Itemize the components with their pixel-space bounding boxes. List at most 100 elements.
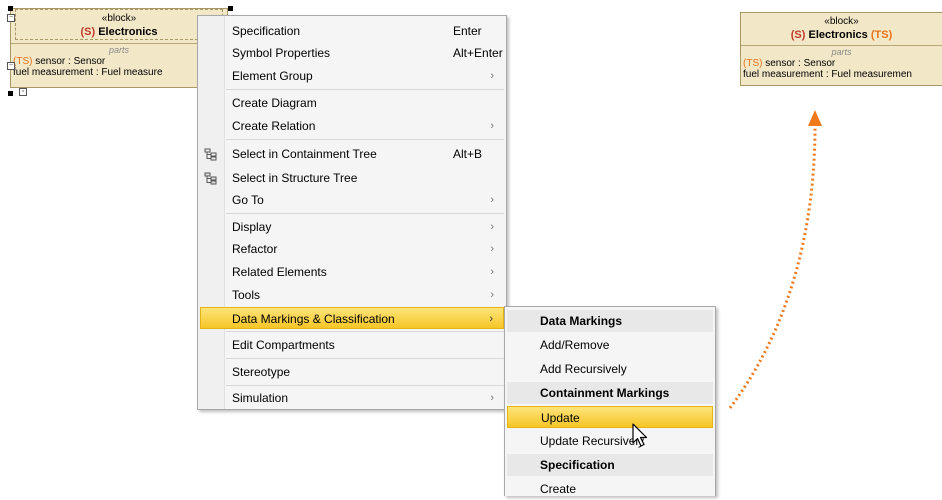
submenu-header-specification: Specification [507, 454, 713, 476]
menu-item-element-group[interactable]: Element Group › [226, 65, 504, 87]
part-row-fuel-measurement[interactable]: fuel measurement : Fuel measuremen [741, 69, 942, 80]
menu-item-label: Related Elements [232, 265, 327, 279]
block-stereotype: «block» [824, 16, 859, 27]
block-header: «block» (S) Electronics [15, 9, 223, 40]
submenu-arrow-icon: › [490, 194, 494, 206]
submenu-arrow-icon: › [490, 221, 494, 233]
menu-item-edit-compartments[interactable]: Edit Compartments [226, 334, 504, 356]
secret-marking: (S) [790, 29, 806, 41]
submenu-item-label: Add Recursively [540, 362, 627, 376]
containment-tree-icon [204, 148, 217, 161]
submenu-item-add-remove[interactable]: Add/Remove [507, 334, 713, 356]
selection-handle[interactable] [8, 91, 13, 96]
submenu-item-create[interactable]: Create [507, 478, 713, 500]
submenu-header-label: Containment Markings [540, 386, 670, 400]
part-label: sensor : Sensor [762, 58, 836, 69]
submenu-arrow-icon: › [489, 313, 493, 325]
menu-item-label: Simulation [232, 391, 289, 405]
menu-item-label: Go To [232, 193, 264, 207]
menu-item-refactor[interactable]: Refactor › [226, 238, 504, 260]
collapse-toggle-icon[interactable]: − [7, 14, 15, 22]
submenu-item-update-recursively[interactable]: Update Recursively [507, 430, 713, 452]
electronics-block-updated[interactable]: «block» (S) Electronics (TS) parts (TS) … [740, 12, 942, 86]
top-secret-marking: (TS) [870, 29, 893, 41]
menu-item-label: Edit Compartments [232, 338, 335, 352]
parts-compartment-label: parts [831, 47, 852, 57]
submenu-item-add-recursively[interactable]: Add Recursively [507, 358, 713, 380]
update-result-arrow [728, 110, 822, 409]
menu-item-label: Create Diagram [232, 96, 317, 110]
part-row-fuel-measurement[interactable]: fuel measurement : Fuel measure [11, 67, 227, 78]
menu-item-create-relation[interactable]: Create Relation › [226, 115, 504, 137]
part-row-sensor[interactable]: (TS) sensor : Sensor [741, 58, 942, 69]
menu-item-shortcut: Alt+Enter [453, 46, 503, 60]
submenu-arrow-icon: › [490, 266, 494, 278]
top-secret-marking: (TS) [13, 56, 33, 67]
collapse-toggle-icon[interactable]: − [7, 62, 15, 70]
submenu-arrow-icon: › [490, 289, 494, 301]
selection-handle[interactable] [8, 6, 13, 11]
structure-tree-icon [204, 172, 217, 185]
menu-item-symbol-properties[interactable]: Symbol Properties Alt+Enter [226, 42, 504, 64]
submenu-item-update[interactable]: Update [507, 406, 713, 428]
block-stereotype: «block» [101, 13, 137, 24]
compartment-toggle-icon[interactable]: ▫ [19, 88, 27, 96]
menu-item-label: Stereotype [232, 365, 291, 379]
part-label: sensor : Sensor [32, 56, 106, 67]
menu-separator [226, 139, 504, 140]
submenu-header-label: Specification [540, 458, 615, 472]
menu-separator [226, 213, 504, 214]
menu-item-stereotype[interactable]: Stereotype [226, 361, 504, 383]
menu-item-related-elements[interactable]: Related Elements › [226, 261, 504, 283]
menu-item-label: Specification [232, 24, 301, 38]
menu-item-go-to[interactable]: Go To › [226, 189, 504, 211]
menu-item-label: Data Markings & Classification [232, 312, 395, 326]
mouse-pointer-icon [632, 423, 648, 447]
block-title: (S) Electronics (TS) [741, 28, 942, 42]
menu-separator [226, 89, 504, 90]
submenu-item-label: Update [541, 411, 580, 425]
menu-item-select-in-containment-tree[interactable]: Select in Containment Tree Alt+B [226, 143, 504, 165]
menu-item-select-in-structure-tree[interactable]: Select in Structure Tree [226, 167, 504, 189]
submenu-header-containment-markings: Containment Markings [507, 382, 713, 404]
menu-icon-gutter [198, 16, 225, 409]
submenu-header-data-markings: Data Markings [507, 310, 713, 332]
submenu-arrow-icon: › [490, 243, 494, 255]
submenu-arrow-icon: › [490, 120, 494, 132]
menu-item-label: Display [232, 220, 272, 234]
menu-item-label: Refactor [232, 242, 278, 256]
block-title: (S) Electronics [16, 25, 222, 39]
selection-handle[interactable] [228, 6, 233, 11]
part-label: fuel measurement : Fuel measure [13, 67, 163, 78]
menu-separator [226, 331, 504, 332]
secret-marking: (S) [80, 26, 96, 38]
part-row-sensor[interactable]: (TS) sensor : Sensor [11, 56, 227, 67]
block-name: Electronics [98, 26, 158, 38]
submenu-arrow-icon: › [490, 392, 494, 404]
menu-item-label: Tools [232, 288, 261, 302]
menu-item-label: Select in Containment Tree [232, 147, 377, 161]
top-secret-marking: (TS) [743, 58, 763, 69]
context-menu: Specification Enter Symbol Properties Al… [197, 15, 507, 410]
menu-item-data-markings-classification[interactable]: Data Markings & Classification › [200, 307, 504, 329]
menu-item-shortcut: Enter [453, 24, 482, 38]
parts-compartment-label: parts [108, 45, 129, 55]
menu-item-label: Element Group [232, 69, 313, 83]
block-name: Electronics [808, 29, 868, 41]
menu-separator [226, 358, 504, 359]
submenu-item-label: Add/Remove [540, 338, 610, 352]
menu-item-label: Create Relation [232, 119, 316, 133]
menu-item-label: Select in Structure Tree [232, 171, 358, 185]
menu-item-label: Symbol Properties [232, 46, 331, 60]
submenu-header-label: Data Markings [540, 314, 623, 328]
electronics-block-selected[interactable]: «block» (S) Electronics parts (TS) senso… [10, 8, 228, 88]
menu-item-display[interactable]: Display › [226, 216, 504, 238]
menu-separator [226, 385, 504, 386]
menu-item-tools[interactable]: Tools › [226, 284, 504, 306]
menu-item-simulation[interactable]: Simulation › [226, 387, 504, 409]
menu-item-specification[interactable]: Specification Enter [226, 20, 504, 42]
menu-item-shortcut: Alt+B [453, 147, 483, 161]
menu-item-create-diagram[interactable]: Create Diagram [226, 92, 504, 114]
data-markings-submenu: Data Markings Add/Remove Add Recursively… [504, 306, 716, 496]
part-label: fuel measurement : Fuel measuremen [743, 69, 912, 80]
